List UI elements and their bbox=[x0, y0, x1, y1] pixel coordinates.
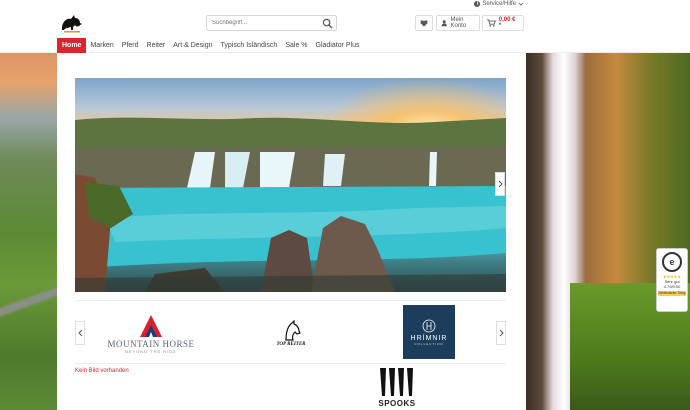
nav-item-pferd[interactable]: Pferd bbox=[118, 38, 143, 53]
horse-logo-icon bbox=[62, 15, 82, 33]
missing-image-text: Kein Bild vorhanden bbox=[75, 368, 129, 374]
rating-text: Sehr gut 4.79/5.00 bbox=[664, 279, 681, 289]
main-content: MOUNTAIN HORSE BEYOND THE RIDE TOP REITE… bbox=[57, 62, 526, 410]
search-icon[interactable] bbox=[322, 18, 333, 29]
nav-item-art-design[interactable]: Art & Design bbox=[169, 38, 216, 53]
background-landscape-left bbox=[0, 53, 57, 410]
nav-list: Home Marken Pferd Reiter Art & Design Ty… bbox=[57, 38, 363, 53]
main-navigation: Home Marken Pferd Reiter Art & Design Ty… bbox=[0, 38, 690, 53]
info-icon: i bbox=[474, 1, 481, 7]
cart-icon bbox=[487, 19, 496, 27]
brand-top-reiter[interactable]: TOP REITER bbox=[271, 315, 311, 351]
hrimnir-subtitle: COLLECTION bbox=[414, 341, 444, 346]
wishlist-button[interactable] bbox=[415, 15, 433, 31]
nav-item-typisch-islaendisch[interactable]: Typisch Isländisch bbox=[217, 38, 282, 53]
account-label: Mein Konto bbox=[450, 17, 467, 29]
chevron-right-icon bbox=[498, 180, 503, 188]
waterfall-landscape-image bbox=[75, 78, 506, 292]
site-header: i Service/Hilfe Mein Konto 0,00 € * bbox=[0, 0, 690, 38]
background-waterfall-right bbox=[526, 53, 690, 410]
nav-item-gladiator-plus[interactable]: Gladiator Plus bbox=[312, 38, 364, 53]
service-label: Service/Hilfe bbox=[482, 1, 516, 7]
service-menu[interactable]: i Service/Hilfe bbox=[474, 1, 524, 7]
nav-item-home[interactable]: Home bbox=[57, 38, 87, 53]
mountain-horse-name: MOUNTAIN HORSE bbox=[107, 338, 195, 349]
nav-item-marken[interactable]: Marken bbox=[86, 38, 117, 53]
rating-value: 4.79/5.00 bbox=[663, 284, 681, 289]
hero-slider-image[interactable] bbox=[75, 78, 506, 292]
cart-button[interactable]: 0,00 € * bbox=[482, 15, 524, 31]
background-road bbox=[0, 285, 57, 335]
trust-seal-icon: e bbox=[662, 252, 682, 272]
hrimnir-name: HRÍMNIR bbox=[410, 334, 448, 342]
spooks-logo-icon bbox=[380, 368, 413, 396]
heart-icon bbox=[420, 19, 428, 27]
brand-next-arrow[interactable] bbox=[496, 321, 506, 345]
user-icon bbox=[441, 20, 447, 27]
chevron-right-icon bbox=[499, 329, 504, 337]
brand-prev-arrow[interactable] bbox=[75, 321, 85, 345]
brand-spooks[interactable]: SPOOKS bbox=[375, 366, 419, 410]
account-button[interactable]: Mein Konto bbox=[436, 15, 480, 31]
site-logo[interactable] bbox=[58, 11, 86, 35]
brand-mountain-horse[interactable]: MOUNTAIN HORSE BEYOND THE RIDE bbox=[101, 307, 201, 359]
hrimnir-emblem-icon bbox=[422, 319, 436, 332]
mountain-horse-logo-icon bbox=[140, 314, 162, 337]
mountain-horse-tagline: BEYOND THE RIDE bbox=[125, 348, 177, 354]
chevron-down-icon bbox=[518, 2, 524, 6]
spooks-name: SPOOKS bbox=[378, 399, 416, 408]
chevron-left-icon bbox=[77, 329, 82, 337]
nav-item-sale[interactable]: Sale % bbox=[281, 38, 311, 53]
top-reiter-name: TOP REITER bbox=[276, 341, 306, 347]
trusted-shops-badge[interactable]: e ★★★★★ Sehr gut 4.79/5.00 Zertifizierte… bbox=[656, 248, 688, 312]
search-input[interactable] bbox=[207, 16, 315, 30]
cart-price: 0,00 € * bbox=[498, 17, 516, 29]
brand-slider: MOUNTAIN HORSE BEYOND THE RIDE TOP REITE… bbox=[75, 300, 506, 364]
certified-shop-label: Zertifizierter Shop bbox=[658, 291, 686, 296]
search-box bbox=[206, 15, 337, 31]
hero-next-arrow[interactable] bbox=[495, 172, 505, 196]
brand-hrimnir[interactable]: HRÍMNIR COLLECTION bbox=[403, 305, 455, 359]
horse-head-logo-icon bbox=[285, 319, 301, 341]
nav-item-reiter[interactable]: Reiter bbox=[143, 38, 170, 53]
